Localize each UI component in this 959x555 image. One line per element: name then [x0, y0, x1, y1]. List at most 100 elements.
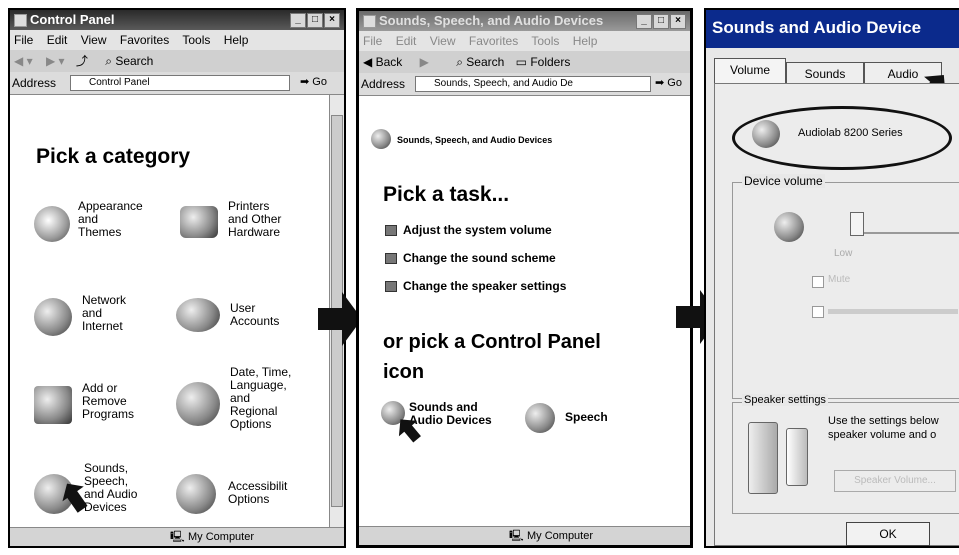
task-label: Change the sound scheme: [403, 251, 556, 265]
close-button[interactable]: ×: [324, 13, 340, 28]
device-name: Audiolab 8200 Series: [798, 127, 903, 139]
control-panel-window: Control Panel _ □ × File Edit View Favor…: [8, 8, 346, 548]
users-icon: [176, 298, 220, 332]
task-adjust-volume[interactable]: Adjust the system volume: [385, 223, 552, 237]
go-button[interactable]: ➡ Go: [300, 75, 327, 89]
window-title: Sounds, Speech, and Audio Devices: [379, 13, 604, 28]
category-printers[interactable]: Printers and Other Hardware: [180, 198, 330, 258]
category-accessibility[interactable]: Accessibilit Options: [176, 472, 326, 532]
folders-icon[interactable]: ▭: [516, 55, 527, 69]
maximize-button[interactable]: □: [653, 14, 669, 29]
menu-file[interactable]: File: [14, 33, 33, 47]
category-date-time[interactable]: Date, Time, Language, and Regional Optio…: [176, 364, 326, 444]
address-bar: Address Sounds, Speech, and Audio De ➡ G…: [359, 73, 690, 96]
dialog-title-bar: Sounds and Audio Device: [706, 10, 959, 48]
sounds-section-icon: [371, 129, 391, 149]
menu-help[interactable]: Help: [224, 33, 249, 47]
task-label: Adjust the system volume: [403, 223, 552, 237]
programs-icon: [34, 386, 72, 424]
mute-label: Mute: [828, 274, 851, 285]
task-label: Change the speaker settings: [403, 279, 567, 293]
dialog-title: Sounds and Audio Device: [712, 18, 922, 37]
device-volume-group: [732, 182, 959, 399]
menu-bar: File Edit View Favorites Tools Help: [359, 31, 690, 51]
minimize-button[interactable]: _: [636, 14, 652, 29]
category-add-remove[interactable]: Add or Remove Programs: [34, 380, 174, 440]
category-sounds[interactable]: Sounds, Speech, and Audio Devices: [34, 460, 174, 530]
search-button[interactable]: Search: [115, 54, 153, 68]
address-input[interactable]: Control Panel: [70, 75, 290, 91]
page-heading: Pick a category: [36, 145, 191, 168]
volume-speaker-icon: [774, 212, 804, 242]
up-folder-icon[interactable]: ⤴: [76, 54, 88, 68]
computer-icon: 🖳: [170, 531, 185, 543]
task-heading: Pick a task...: [383, 183, 510, 206]
window-icon: [14, 14, 27, 27]
device-volume-label: Device volume: [742, 174, 825, 188]
back-icon[interactable]: ◀ ▾: [14, 54, 33, 68]
status-text: My Computer: [527, 530, 594, 542]
status-bar: 🖳 My Computer: [10, 527, 344, 546]
maximize-button[interactable]: □: [307, 13, 323, 28]
item-label: Speech: [565, 410, 608, 424]
category-label: Sounds, Speech, and Audio Devices: [84, 461, 138, 514]
task-icon: [385, 225, 397, 237]
back-icon[interactable]: ◀: [363, 55, 372, 69]
speech-item[interactable]: Speech: [525, 403, 635, 439]
search-button[interactable]: Search: [466, 55, 504, 69]
category-network[interactable]: Network and Internet: [34, 292, 174, 352]
menu-favorites[interactable]: Favorites: [469, 34, 518, 48]
network-icon: [34, 298, 72, 336]
volume-slider-track[interactable]: [850, 232, 959, 234]
category-label: Printers and Other Hardware: [228, 199, 282, 239]
appearance-icon: [34, 206, 70, 242]
forward-icon[interactable]: ▶: [420, 55, 429, 69]
window-title: Control Panel: [30, 12, 115, 27]
category-label: Accessibilit Options: [228, 479, 288, 506]
menu-file[interactable]: File: [363, 34, 382, 48]
tab-sounds[interactable]: Sounds: [786, 62, 864, 85]
menu-tools[interactable]: Tools: [531, 34, 559, 48]
speaker-settings-text: Use the settings below speaker volume an…: [828, 415, 939, 441]
printer-icon: [180, 206, 218, 238]
folders-button[interactable]: Folders: [530, 55, 570, 69]
search-icon[interactable]: ⌕: [105, 54, 112, 68]
tab-label: Volume: [729, 63, 771, 77]
section-title: Sounds, Speech, and Audio Devices: [397, 135, 553, 145]
forward-icon[interactable]: ▶ ▾: [46, 54, 65, 68]
task-change-sound-scheme[interactable]: Change the sound scheme: [385, 251, 556, 265]
minimize-button[interactable]: _: [290, 13, 306, 28]
close-button[interactable]: ×: [670, 14, 686, 29]
window-icon: [363, 15, 376, 28]
title-bar: Sounds, Speech, and Audio Devices _ □ ×: [359, 11, 690, 31]
menu-tools[interactable]: Tools: [182, 33, 210, 47]
speaker-volume-button[interactable]: Speaker Volume...: [834, 470, 956, 492]
menu-view[interactable]: View: [430, 34, 456, 48]
menu-bar: File Edit View Favorites Tools Help: [10, 30, 344, 50]
ok-button[interactable]: OK: [846, 522, 930, 546]
category-appearance[interactable]: Appearance and Themes: [34, 198, 174, 258]
task-icon: [385, 253, 397, 265]
menu-favorites[interactable]: Favorites: [120, 33, 169, 47]
low-label: Low: [834, 248, 853, 259]
menu-edit[interactable]: Edit: [47, 33, 68, 47]
menu-help[interactable]: Help: [573, 34, 598, 48]
tab-volume[interactable]: Volume: [714, 58, 786, 85]
taskbar-checkbox[interactable]: [812, 306, 824, 318]
search-icon[interactable]: ⌕: [456, 55, 463, 69]
mute-checkbox[interactable]: [812, 276, 824, 288]
go-label: Go: [667, 77, 682, 89]
task-change-speaker-settings[interactable]: Change the speaker settings: [385, 279, 566, 293]
window-buttons: _ □ ×: [290, 13, 340, 28]
address-label: Address: [12, 76, 57, 90]
go-button[interactable]: ➡ Go: [655, 76, 682, 90]
menu-edit[interactable]: Edit: [396, 34, 417, 48]
address-input[interactable]: Sounds, Speech, and Audio De: [415, 76, 651, 92]
category-user-accounts[interactable]: User Accounts: [176, 292, 326, 352]
icon-heading-line1: or pick a Control Panel: [383, 331, 601, 353]
address-value: Control Panel: [89, 77, 150, 88]
sounds-audio-devices-dialog: Sounds and Audio Device Volume Sounds Au…: [704, 8, 959, 548]
menu-view[interactable]: View: [81, 33, 107, 47]
volume-slider-thumb[interactable]: [850, 212, 864, 236]
back-button[interactable]: Back: [376, 55, 403, 69]
